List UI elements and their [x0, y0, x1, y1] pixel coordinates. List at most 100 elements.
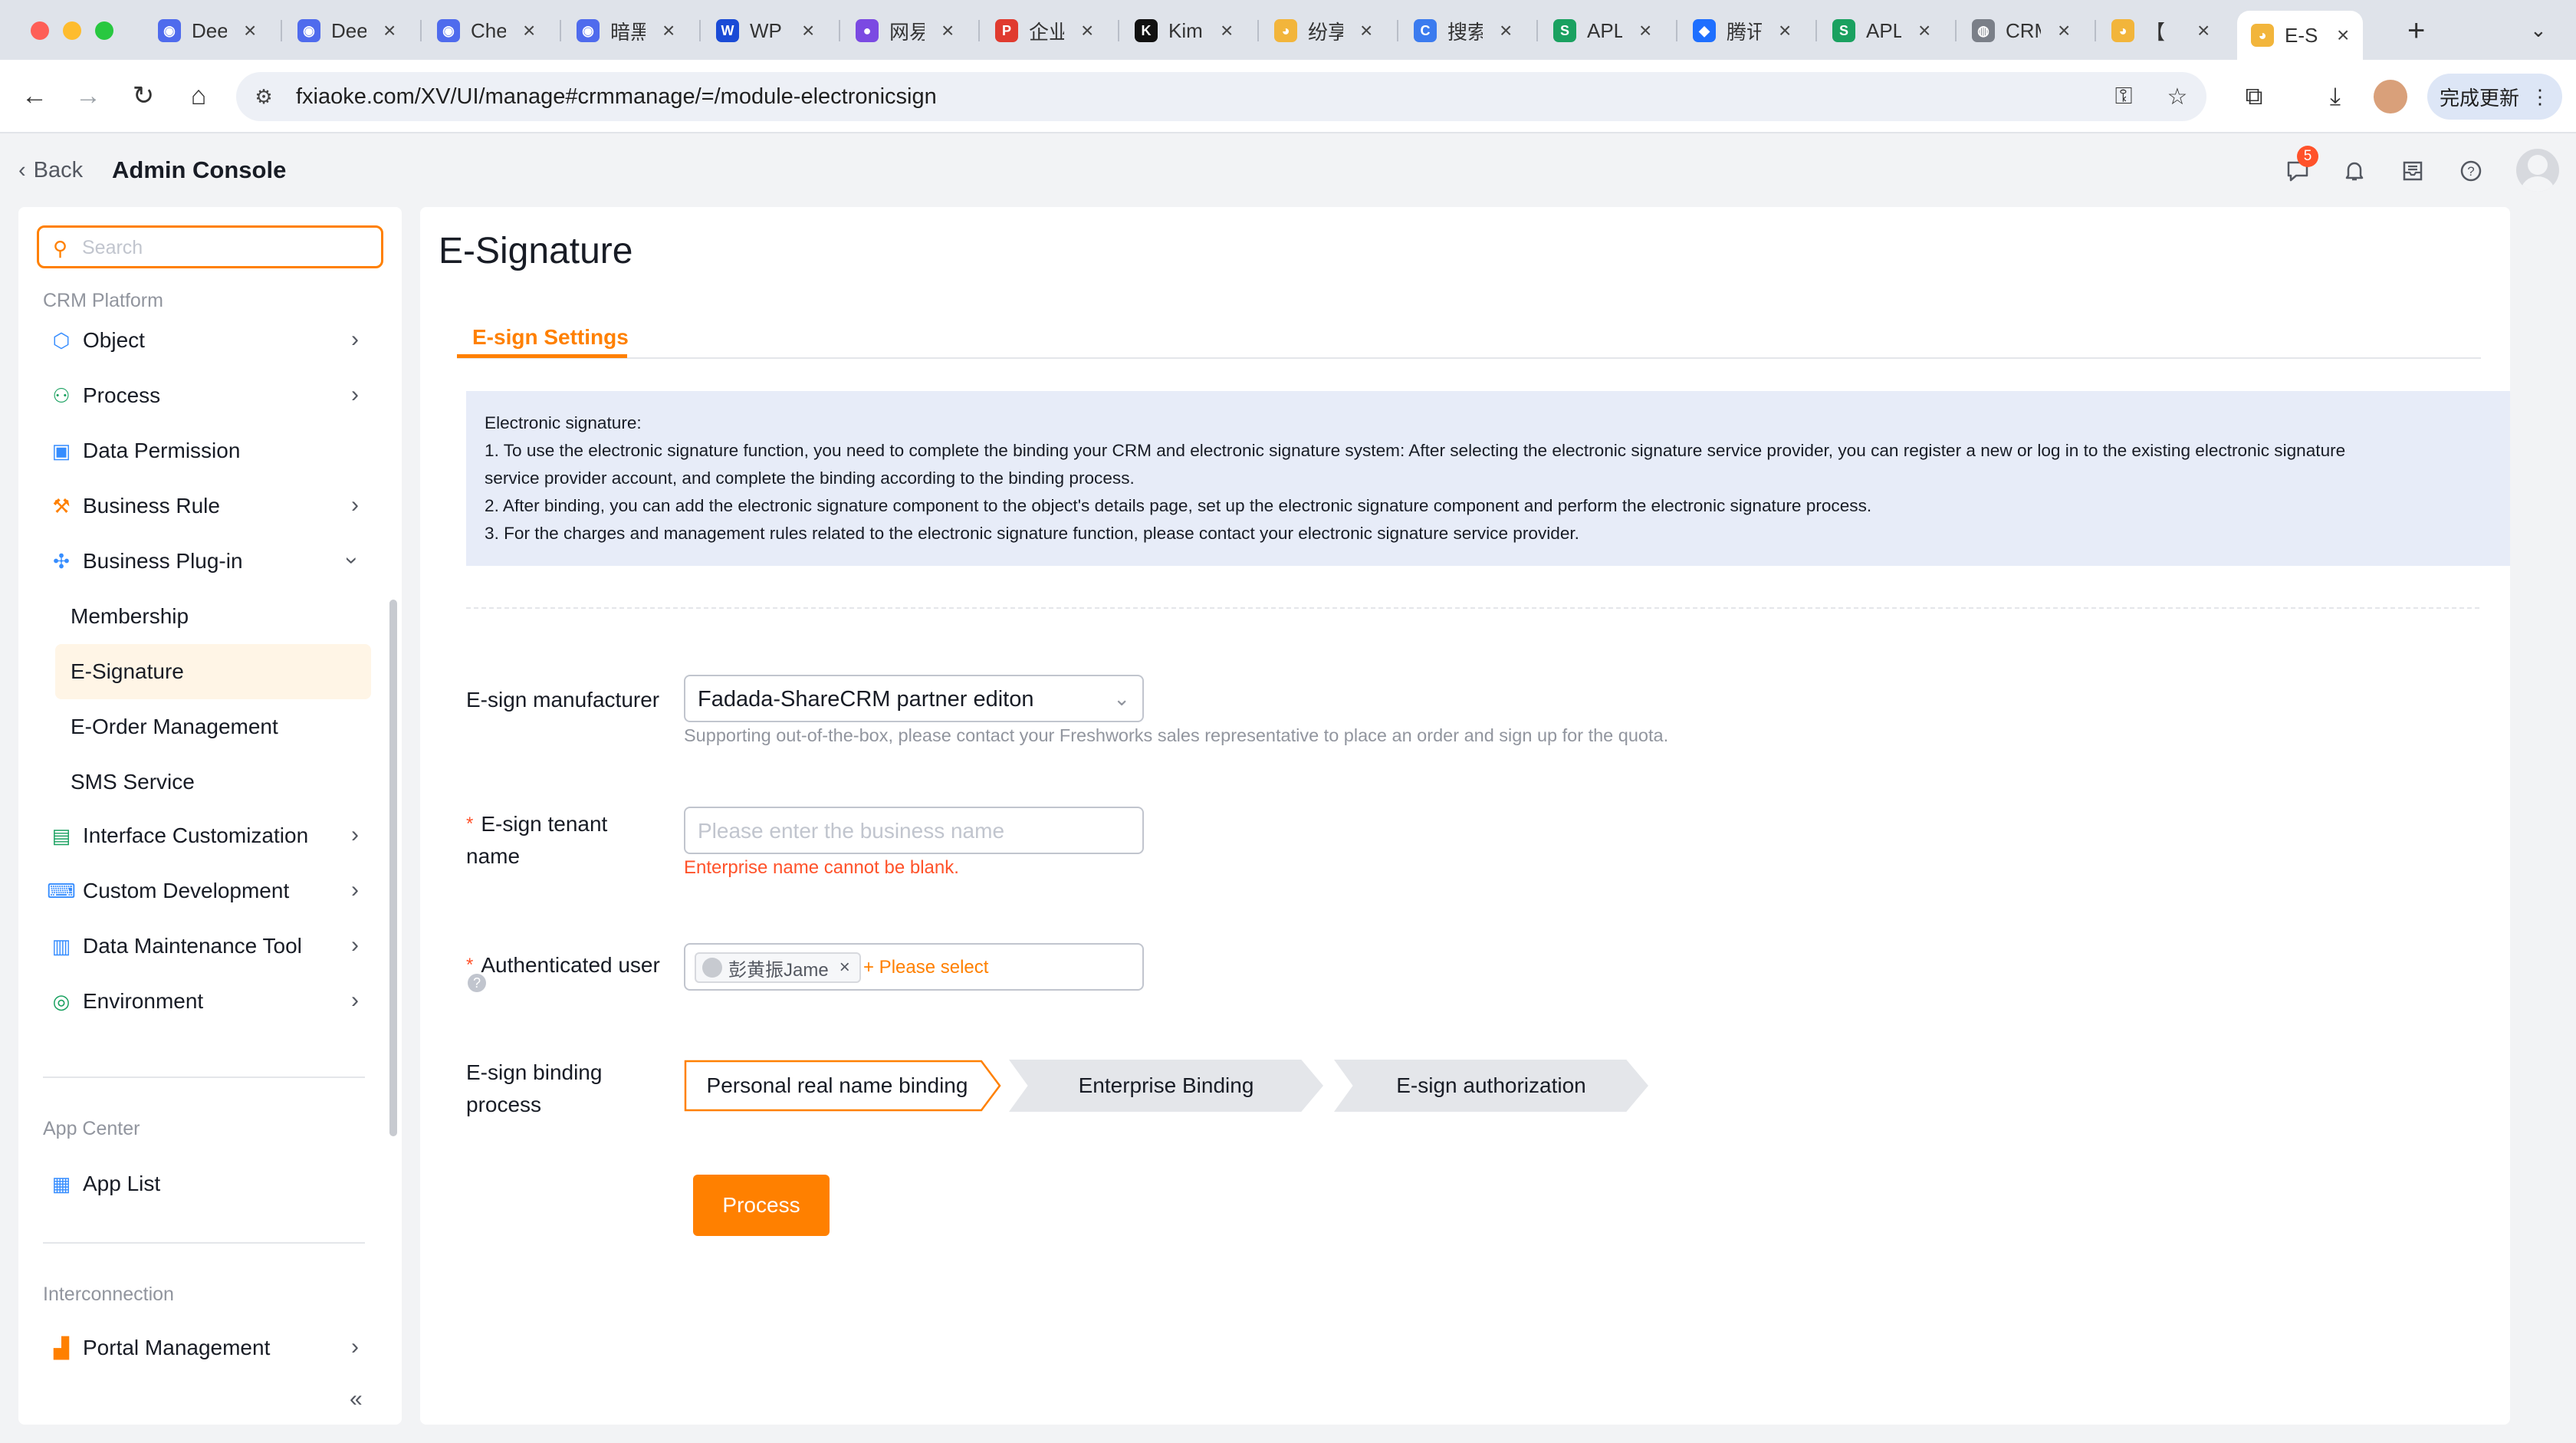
- binding-label-line-2: process: [466, 1093, 542, 1116]
- tab-close-icon[interactable]: ×: [1639, 18, 1651, 43]
- grid-icon: ▦: [51, 1172, 71, 1195]
- reload-icon[interactable]: ↻: [124, 77, 163, 115]
- chevron-right-icon: ›: [351, 1334, 359, 1359]
- tab-esign-settings[interactable]: E-sign Settings: [457, 316, 644, 359]
- manufacturer-select[interactable]: Fadada-ShareCRM partner editon ⌄: [684, 675, 1144, 722]
- browser-tab[interactable]: C 搜索 ×: [1400, 11, 1526, 51]
- tab-close-icon[interactable]: ×: [244, 18, 256, 43]
- help-icon[interactable]: ?: [2452, 152, 2490, 190]
- forward-arrow-icon[interactable]: →: [69, 77, 107, 115]
- tenant-name-input[interactable]: [698, 819, 1127, 843]
- chevron-right-icon: ›: [351, 822, 359, 847]
- tab-close-icon[interactable]: ×: [2197, 18, 2210, 43]
- step-enterprise-binding[interactable]: Enterprise Binding: [1009, 1060, 1323, 1112]
- tab-title: 网易: [889, 20, 925, 44]
- update-button[interactable]: 完成更新 ⋮: [2427, 74, 2562, 120]
- sidebar-item-process[interactable]: ⚇ Process ›: [37, 371, 371, 420]
- remove-chip-icon[interactable]: ×: [840, 957, 850, 978]
- sidebar-sub-esignature[interactable]: E-Signature: [55, 644, 371, 699]
- browser-tab[interactable]: ◍ CRM ×: [1958, 11, 2084, 51]
- browser-tab[interactable]: ● 网易 ×: [842, 11, 968, 51]
- sidebar-item-data-maintenance[interactable]: ▥ Data Maintenance Tool ›: [37, 922, 371, 971]
- permission-icon: ▣: [51, 439, 71, 462]
- tab-close-icon[interactable]: ×: [523, 18, 535, 43]
- window-close-button[interactable]: [31, 21, 49, 40]
- process-button[interactable]: Process: [693, 1175, 830, 1236]
- step-personal-binding[interactable]: Personal real name binding: [684, 1060, 991, 1112]
- back-arrow-icon[interactable]: ←: [15, 77, 54, 115]
- tab-close-icon[interactable]: ×: [941, 18, 954, 43]
- extensions-puzzle-icon[interactable]: ⧉: [2236, 78, 2272, 115]
- sidebar-search[interactable]: ⚲: [37, 225, 383, 268]
- binding-label: E-sign binding process: [466, 1057, 602, 1121]
- tab-close-icon[interactable]: ×: [2058, 18, 2070, 43]
- tenant-name-field[interactable]: [684, 807, 1144, 854]
- browser-tab[interactable]: S APL ×: [1539, 11, 1665, 51]
- browser-tab[interactable]: W WP ×: [702, 11, 828, 51]
- inbox-icon[interactable]: [2394, 152, 2432, 190]
- password-key-icon[interactable]: ⚿: [2110, 83, 2137, 110]
- bell-icon[interactable]: [2335, 152, 2374, 190]
- browser-tab[interactable]: K Kim ×: [1121, 11, 1247, 51]
- browser-tab[interactable]: ◉ Che ×: [423, 11, 549, 51]
- sidebar-sub-sms[interactable]: SMS Service: [55, 754, 371, 810]
- tab-close-icon[interactable]: ×: [1779, 18, 1791, 43]
- tab-title: CRM: [2006, 18, 2041, 42]
- tab-close-icon[interactable]: ×: [2337, 23, 2349, 48]
- browser-tab[interactable]: P 企业 ×: [981, 11, 1107, 51]
- browser-tab[interactable]: ◕ 纷享 ×: [1260, 11, 1386, 51]
- sidebar-item-object[interactable]: ⬡ Object ›: [37, 316, 371, 365]
- tab-close-icon[interactable]: ×: [662, 18, 675, 43]
- tab-favicon-icon: ◕: [1274, 19, 1297, 42]
- sidebar-sub-membership[interactable]: Membership: [55, 589, 371, 644]
- sidebar-item-label: Data Maintenance Tool: [83, 934, 302, 958]
- info-line-2: 2. After binding, you can add the electr…: [485, 496, 1872, 515]
- sidebar-item-label: Object: [83, 328, 145, 352]
- browser-tab[interactable]: ◕ 【 ×: [2098, 11, 2223, 51]
- auth-user-selector[interactable]: 彭黄振Jame × + Please select: [684, 943, 1144, 991]
- bookmark-star-icon[interactable]: ☆: [2164, 83, 2191, 110]
- site-settings-icon[interactable]: ⚙: [250, 83, 278, 110]
- tab-close-icon[interactable]: ×: [1360, 18, 1372, 43]
- tab-close-icon[interactable]: ×: [802, 18, 814, 43]
- download-icon[interactable]: ⤓: [2317, 78, 2354, 115]
- tab-close-icon[interactable]: ×: [1221, 18, 1233, 43]
- browser-tab[interactable]: S APL ×: [1819, 11, 1944, 51]
- tab-close-icon[interactable]: ×: [383, 18, 396, 43]
- sidebar-item-app-list[interactable]: ▦ App List: [37, 1159, 371, 1208]
- tab-close-icon[interactable]: ×: [1081, 18, 1093, 43]
- tab-list-chevron-icon[interactable]: ⌄: [2530, 18, 2547, 42]
- tab-close-icon[interactable]: ×: [1500, 18, 1512, 43]
- sidebar-item-interface-customization[interactable]: ▤ Interface Customization ›: [37, 811, 371, 860]
- sidebar-item-portal-management[interactable]: ▟ Portal Management ›: [37, 1323, 371, 1372]
- window-zoom-button[interactable]: [95, 21, 113, 40]
- browser-tab[interactable]: ◉ Dee ×: [284, 11, 409, 51]
- sidebar-item-label: Data Permission: [83, 439, 241, 462]
- sidebar-scrollbar[interactable]: [389, 600, 397, 1136]
- add-user-link[interactable]: + Please select: [863, 957, 988, 978]
- step-esign-authorization[interactable]: E-sign authorization: [1334, 1060, 1648, 1112]
- sidebar-item-business-rule[interactable]: ⚒ Business Rule ›: [37, 482, 371, 531]
- tab-separator: [699, 20, 701, 41]
- collapse-sidebar-icon[interactable]: «: [350, 1386, 363, 1412]
- browser-tab[interactable]: ◉ Dee ×: [144, 11, 270, 51]
- tab-close-icon[interactable]: ×: [1918, 18, 1930, 43]
- sidebar-item-business-plugin[interactable]: ✣ Business Plug-in ›: [37, 537, 371, 586]
- sidebar-item-environment[interactable]: ◎ Environment ›: [37, 977, 371, 1026]
- browser-tab[interactable]: ◆ 腾讯 ×: [1679, 11, 1805, 51]
- browser-tab[interactable]: ◕ E-S ×: [2237, 11, 2364, 60]
- new-tab-button[interactable]: +: [2407, 14, 2425, 48]
- sidebar-item-custom-development[interactable]: ⌨ Custom Development ›: [37, 866, 371, 915]
- home-icon[interactable]: ⌂: [179, 77, 218, 115]
- back-link[interactable]: ‹ Back: [18, 158, 83, 183]
- browser-tab[interactable]: ◉ 暗黑 ×: [563, 11, 688, 51]
- question-icon[interactable]: ?: [468, 974, 486, 992]
- profile-avatar[interactable]: [2374, 80, 2407, 113]
- sidebar-item-data-permission[interactable]: ▣ Data Permission: [37, 426, 371, 475]
- user-avatar[interactable]: [2516, 149, 2559, 192]
- sidebar-search-input[interactable]: [82, 235, 373, 260]
- window-minimize-button[interactable]: [63, 21, 81, 40]
- url-text[interactable]: fxiaoke.com/XV/UI/manage#crmmanage/=/mod…: [296, 84, 937, 110]
- address-bar[interactable]: ⚙ fxiaoke.com/XV/UI/manage#crmmanage/=/m…: [236, 72, 2206, 121]
- sidebar-sub-eorder[interactable]: E-Order Management: [55, 699, 371, 754]
